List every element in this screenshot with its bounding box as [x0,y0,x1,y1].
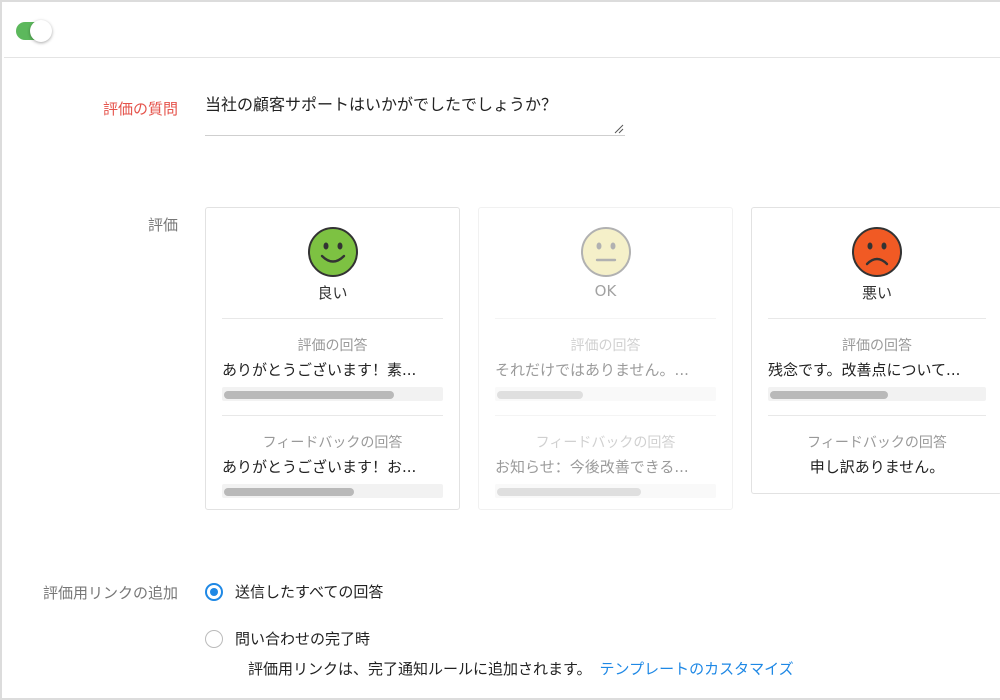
link-note-text: 評価用リンクは、完了通知ルールに追加されます。 [248,660,592,678]
customize-template-link[interactable]: テンプレートのカスタマイズ [600,660,794,678]
response-scroll-thumb[interactable] [497,391,583,399]
enable-toggle[interactable] [16,20,52,42]
rating-card-bad[interactable]: 悪い 評価の回答 残念です。改善点について... フィードバックの回答 申し訳あ… [751,207,1000,494]
response-section: 評価の回答 ありがとうございます！素... [222,318,443,401]
radio-on-completion[interactable] [205,629,223,648]
response-text[interactable]: 残念です。改善点について... [768,359,986,381]
rating-label: 評価 [147,216,178,234]
response-text[interactable]: それだけではありません。... [495,359,716,381]
rating-name: 良い [317,284,348,302]
response-scrollbar[interactable] [768,387,986,401]
toggle-knob [30,20,52,42]
rating-card-good[interactable]: 良い 評価の回答 ありがとうございます！素... フィードバックの回答 ありがと… [205,207,460,510]
question-input[interactable]: 当社の顧客サポートはいかがでしたでしょうか？ [205,90,625,136]
feedback-title: フィードバックの回答 [535,435,676,451]
feedback-section: フィードバックの回答 申し訳ありません。 [768,415,986,478]
feedback-text[interactable]: お知らせ：今後改善できる... [495,456,716,478]
option-all-responses[interactable]: 送信したすべての回答 [205,581,383,602]
rating-name: 悪い [861,284,892,302]
option-on-completion-label[interactable]: 問い合わせの完了時 [235,628,370,649]
feedback-scroll-thumb[interactable] [497,488,641,496]
response-title: 評価の回答 [842,338,912,354]
response-title: 評価の回答 [297,338,368,354]
feedback-scrollbar[interactable] [222,484,443,498]
rating-card-ok[interactable]: OK 評価の回答 それだけではありません。... フィードバックの回答 お知らせ… [478,207,733,510]
feedback-section: フィードバックの回答 ありがとうございます！お... [222,415,443,498]
feedback-scroll-thumb[interactable] [224,488,354,496]
radio-all-responses[interactable] [205,582,223,601]
response-scroll-thumb[interactable] [224,391,394,399]
feedback-scrollbar[interactable] [495,484,716,498]
feedback-text[interactable]: ありがとうございます！お... [222,456,443,478]
link-note: 評価用リンクは、完了通知ルールに追加されます。 テンプレートのカスタマイズ [248,658,794,679]
response-section: 評価の回答 それだけではありません。... [495,318,716,401]
happy-face-icon [307,227,358,277]
settings-panel: 評価の質問 当社の顧客サポートはいかがでしたでしょうか？ 評価 良い 評価の回答… [0,0,1000,700]
response-scroll-thumb[interactable] [770,391,888,399]
option-on-completion[interactable]: 問い合わせの完了時 [205,628,370,649]
sad-face-icon [852,227,902,277]
top-bar [4,4,1000,58]
resize-grip-icon[interactable] [614,124,624,134]
feedback-title: フィードバックの回答 [807,435,947,451]
response-scrollbar[interactable] [222,387,443,401]
feedback-text[interactable]: 申し訳ありません。 [768,456,986,478]
response-scrollbar[interactable] [495,387,716,401]
neutral-face-icon [580,227,631,277]
link-label: 評価用リンクの追加 [42,584,178,602]
rating-name: OK [594,282,617,300]
response-section: 評価の回答 残念です。改善点について... [768,318,986,401]
option-all-responses-label[interactable]: 送信したすべての回答 [235,581,383,602]
question-label: 評価の質問 [102,100,178,118]
feedback-section: フィードバックの回答 お知らせ：今後改善できる... [495,415,716,498]
feedback-title: フィードバックの回答 [262,435,403,451]
response-title: 評価の回答 [570,338,641,354]
response-text[interactable]: ありがとうございます！素... [222,359,443,381]
